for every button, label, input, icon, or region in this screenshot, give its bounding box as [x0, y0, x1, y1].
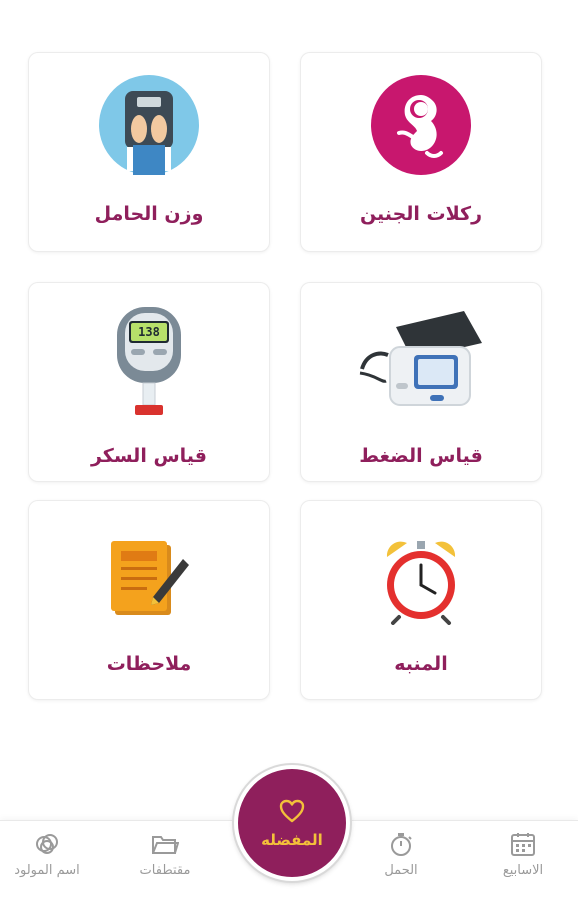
favorites-label: المفضله [261, 831, 323, 849]
nav-label: الاسابيع [502, 863, 544, 878]
card-label: وزن الحامل [94, 203, 204, 225]
card-notes[interactable]: ملاحظات [28, 500, 270, 700]
nav-item-pregnancy[interactable]: الحمل [346, 831, 456, 878]
glucometer-icon: 138 [109, 305, 189, 421]
timer-icon [391, 833, 412, 856]
nav-item-baby-name[interactable]: اسم المولود [0, 831, 102, 878]
card-blood-sugar[interactable]: 138 قياس السكر [28, 282, 270, 482]
card-label: ملاحظات [106, 653, 192, 675]
card-mother-weight[interactable]: وزن الحامل [28, 52, 270, 252]
nav-item-excerpts[interactable]: مقتطفات [110, 831, 220, 878]
calendar-icon [511, 833, 535, 856]
card-label: قياس السكر [90, 445, 207, 467]
nav-label: اسم المولود [14, 863, 80, 878]
baby-rings-icon [36, 834, 58, 854]
card-alarm[interactable]: المنبه [300, 500, 542, 700]
heart-icon [279, 799, 305, 823]
nav-item-weeks[interactable]: الاسابيع [468, 831, 578, 878]
card-label: قياس الضغط [359, 445, 483, 467]
favorites-button[interactable]: المفضله [234, 765, 350, 881]
card-fetal-kicks[interactable]: ركلات الجنين [300, 52, 542, 252]
nav-label: مقتطفات [139, 863, 191, 878]
card-label: المنبه [394, 653, 448, 675]
glucometer-reading: 138 [138, 325, 160, 339]
card-blood-pressure[interactable]: قياس الضغط [300, 282, 542, 482]
scale-icon [97, 73, 201, 177]
card-label: ركلات الجنين [359, 203, 483, 225]
alarm-clock-icon [379, 537, 463, 625]
folder-icon [152, 836, 180, 854]
fetus-icon [369, 73, 473, 177]
nav-label: الحمل [384, 863, 418, 878]
blood-pressure-monitor-icon [356, 303, 486, 413]
notepad-icon [107, 537, 191, 621]
